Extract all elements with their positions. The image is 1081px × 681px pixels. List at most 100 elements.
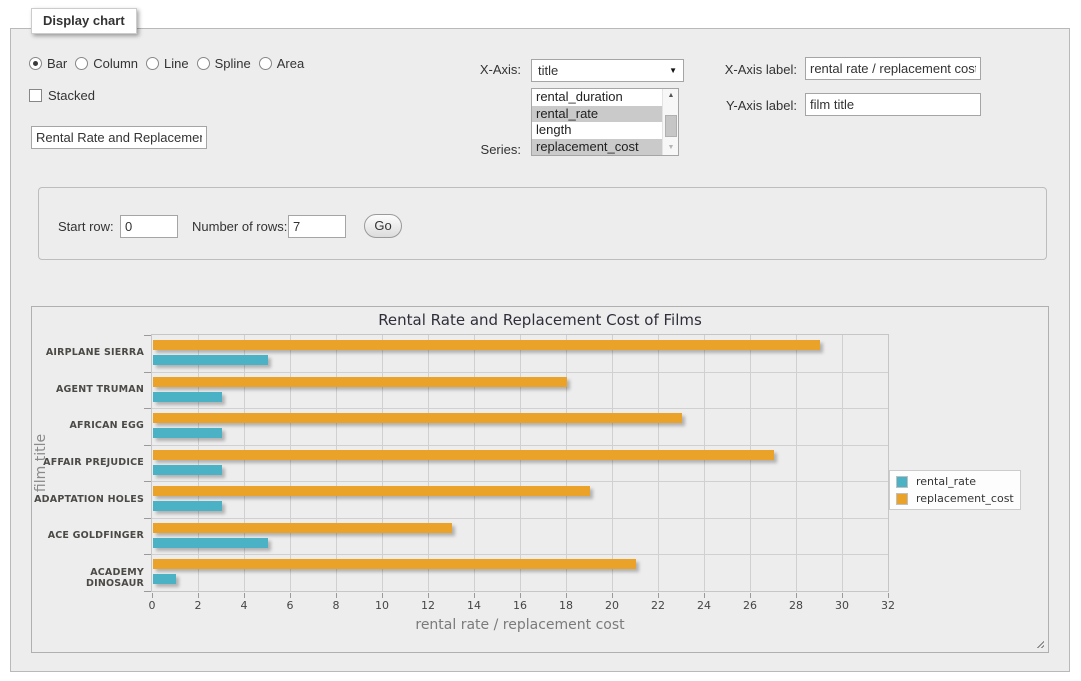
x-axis-tick-label: 8 bbox=[316, 599, 356, 612]
bar-replacement_cost bbox=[153, 486, 590, 496]
x-axis-tick-label: 14 bbox=[454, 599, 494, 612]
x-gridline bbox=[842, 335, 843, 591]
chart-container: Rental Rate and Replacement Cost of Film… bbox=[31, 306, 1049, 653]
x-axis-label-input[interactable] bbox=[805, 57, 981, 80]
chart-type-option-area: Area bbox=[259, 56, 304, 71]
x-axis-tick-label: 10 bbox=[362, 599, 402, 612]
y-axis-tick bbox=[144, 554, 151, 555]
x-axis-tick bbox=[612, 593, 613, 598]
x-axis-select-label: X-Axis: bbox=[436, 62, 521, 77]
chart-type-option-line: Line bbox=[146, 56, 189, 71]
chart-type-radio-column[interactable] bbox=[75, 57, 88, 70]
x-axis-label-caption: X-Axis label: bbox=[651, 62, 797, 77]
y-gridline bbox=[152, 408, 888, 409]
x-axis-tick bbox=[888, 593, 889, 598]
chart-type-option-column: Column bbox=[75, 56, 138, 71]
category-label: AFRICAN EGG bbox=[32, 420, 144, 431]
bar-rental_rate bbox=[153, 501, 222, 511]
x-gridline bbox=[612, 335, 613, 591]
y-gridline bbox=[152, 445, 888, 446]
y-axis-label-input[interactable] bbox=[805, 93, 981, 116]
series-option-rental_duration[interactable]: rental_duration bbox=[532, 89, 662, 106]
resize-handle-icon[interactable] bbox=[1034, 638, 1044, 648]
legend-swatch bbox=[896, 476, 908, 488]
num-rows-input[interactable] bbox=[288, 215, 346, 238]
y-axis-tick bbox=[144, 372, 151, 373]
y-gridline bbox=[152, 554, 888, 555]
x-axis-tick-label: 30 bbox=[822, 599, 862, 612]
plot-grid bbox=[151, 334, 889, 592]
row-range-panel: Start row: Number of rows: Go bbox=[38, 187, 1047, 260]
x-axis-tick bbox=[842, 593, 843, 598]
category-label: AGENT TRUMAN bbox=[32, 384, 144, 395]
chart-type-option-spline: Spline bbox=[197, 56, 251, 71]
bar-replacement_cost bbox=[153, 340, 820, 350]
x-axis-tick bbox=[244, 593, 245, 598]
chart-type-radio-group: Bar Column Line Spline Area bbox=[29, 56, 312, 71]
chart-title: Rental Rate and Replacement Cost of Film… bbox=[32, 311, 1048, 329]
bar-rental_rate bbox=[153, 355, 268, 365]
category-label: AIRPLANE SIERRA bbox=[32, 347, 144, 358]
stacked-checkbox[interactable] bbox=[29, 89, 42, 102]
chart-type-option-bar: Bar bbox=[29, 56, 67, 71]
x-axis-tick bbox=[198, 593, 199, 598]
x-gridline bbox=[474, 335, 475, 591]
legend-label: rental_rate bbox=[916, 475, 976, 488]
y-axis-tick bbox=[144, 518, 151, 519]
chart-type-radio-spline[interactable] bbox=[197, 57, 210, 70]
chart-type-radio-label: Column bbox=[93, 56, 138, 71]
x-gridline bbox=[566, 335, 567, 591]
x-axis-tick bbox=[428, 593, 429, 598]
bar-replacement_cost bbox=[153, 450, 774, 460]
y-axis-tick bbox=[144, 481, 151, 482]
y-axis-tick bbox=[144, 591, 151, 592]
x-gridline bbox=[336, 335, 337, 591]
bar-rental_rate bbox=[153, 428, 222, 438]
category-label: ADAPTATION HOLES bbox=[32, 494, 144, 505]
x-axis-tick-label: 20 bbox=[592, 599, 632, 612]
bar-replacement_cost bbox=[153, 523, 452, 533]
x-axis-tick bbox=[796, 593, 797, 598]
chart-type-radio-area[interactable] bbox=[259, 57, 272, 70]
x-axis-tick-label: 16 bbox=[500, 599, 540, 612]
start-row-input[interactable] bbox=[120, 215, 178, 238]
chart-type-radio-line[interactable] bbox=[146, 57, 159, 70]
bar-rental_rate bbox=[153, 574, 176, 584]
display-chart-fieldset: Display chart BarColumnLineSplineArea St… bbox=[10, 28, 1070, 672]
x-gridline bbox=[520, 335, 521, 591]
x-gridline bbox=[290, 335, 291, 591]
legend-entry-replacement_cost: replacement_cost bbox=[895, 490, 1015, 507]
chart-type-radio-bar[interactable] bbox=[29, 57, 42, 70]
x-axis-tick bbox=[474, 593, 475, 598]
legend-swatch bbox=[896, 493, 908, 505]
chart-type-radio-label: Spline bbox=[215, 56, 251, 71]
x-gridline bbox=[658, 335, 659, 591]
chart-title-input[interactable] bbox=[31, 126, 207, 149]
scrollbar-thumb[interactable] bbox=[665, 115, 677, 137]
legend-entry-rental_rate: rental_rate bbox=[895, 473, 1015, 490]
x-axis-tick-label: 26 bbox=[730, 599, 770, 612]
bar-replacement_cost bbox=[153, 377, 567, 387]
category-label: AFFAIR PREJUDICE bbox=[32, 457, 144, 468]
x-axis-tick-label: 0 bbox=[132, 599, 172, 612]
stacked-checkbox-row: Stacked bbox=[29, 88, 95, 103]
scroll-down-icon[interactable]: ▼ bbox=[663, 141, 679, 155]
bar-replacement_cost bbox=[153, 559, 636, 569]
series-option-length[interactable]: length bbox=[532, 122, 662, 139]
series-option-rental_rate[interactable]: rental_rate bbox=[532, 106, 662, 123]
y-axis-label-caption: Y-Axis label: bbox=[651, 98, 797, 113]
bar-rental_rate bbox=[153, 392, 222, 402]
x-axis-tick bbox=[520, 593, 521, 598]
go-button[interactable]: Go bbox=[364, 214, 402, 238]
bar-rental_rate bbox=[153, 538, 268, 548]
chart-legend: rental_rate replacement_cost bbox=[889, 470, 1021, 510]
x-axis-tick bbox=[382, 593, 383, 598]
x-gridline bbox=[428, 335, 429, 591]
chart-type-radio-label: Line bbox=[164, 56, 189, 71]
x-axis-selected-value: title bbox=[538, 63, 558, 78]
x-axis-tick bbox=[566, 593, 567, 598]
category-label: ACE GOLDFINGER bbox=[32, 530, 144, 541]
x-gridline bbox=[382, 335, 383, 591]
series-option-replacement_cost[interactable]: replacement_cost bbox=[532, 139, 662, 156]
x-axis-tick-label: 22 bbox=[638, 599, 678, 612]
